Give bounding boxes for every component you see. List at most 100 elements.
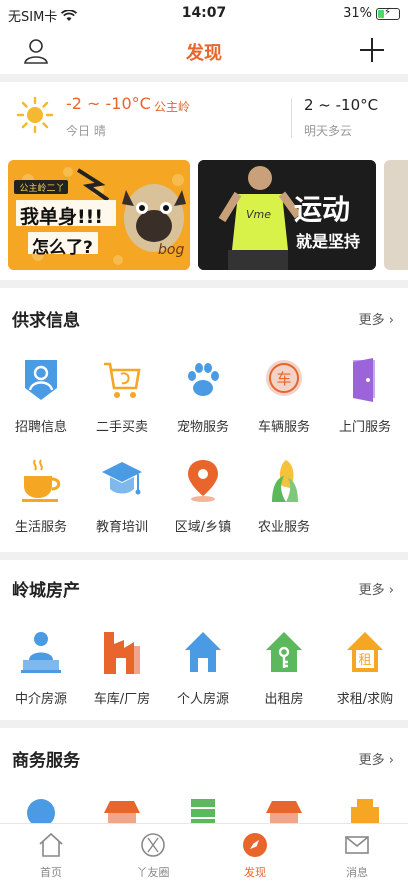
- grid-item-label: 个人房源: [176, 692, 229, 707]
- tab-home[interactable]: 首页: [0, 824, 102, 883]
- grid-item-label: 求租/求购: [336, 692, 394, 707]
- grid-item-pet[interactable]: 宠物服务: [163, 358, 243, 448]
- tomorrow-temperature: 2 ~ -10°C: [304, 96, 379, 114]
- business-icons-row: [0, 795, 408, 823]
- section-supply-header: 供求信息 更多 ›: [0, 298, 408, 338]
- tab-label: 发现: [244, 866, 266, 879]
- charging-bolt-icon: ⚡: [384, 6, 392, 18]
- tab-bar: 首页 丫友圈 发现 消息: [0, 823, 408, 883]
- circle-icon: [141, 833, 165, 857]
- divider: [0, 74, 408, 82]
- tab-label: 首页: [40, 866, 62, 879]
- grid-item-recruit[interactable]: 招聘信息: [1, 358, 81, 448]
- paw-icon: [188, 363, 219, 396]
- rent-request-icon: 租: [347, 632, 383, 672]
- divider: [0, 280, 408, 288]
- tab-messages[interactable]: 消息: [306, 824, 408, 883]
- weather-panel[interactable]: -2 ~ -10°C 公主岭 今日 晴 2 ~ -10°C 明天多云: [0, 82, 408, 152]
- sunny-icon: [16, 96, 54, 134]
- business-item-2-icon[interactable]: [102, 799, 142, 823]
- more-label: 更多: [358, 313, 385, 328]
- grid-item-rental[interactable]: 出租房: [244, 630, 324, 720]
- rent-icon-text: 租: [358, 653, 371, 668]
- grid-item-label: 宠物服务: [176, 420, 229, 435]
- garage-icon: [104, 632, 140, 674]
- compass-icon: [243, 833, 267, 857]
- grid-item-rent-request[interactable]: 租 求租/求购: [325, 630, 405, 720]
- message-icon: [345, 836, 369, 854]
- grid-item-label: 上门服务: [338, 420, 391, 435]
- grid-item-label: 中介房源: [14, 692, 67, 707]
- tab-label: 丫友圈: [136, 866, 170, 879]
- weather-location: 公主岭: [154, 100, 191, 114]
- banner-sports-subline: 就是坚持: [296, 232, 361, 251]
- today-temperature: -2 ~ -10°C: [66, 94, 151, 113]
- section-business-header: 商务服务 更多 ›: [0, 738, 408, 778]
- grid-item-region[interactable]: 区域/乡镇: [163, 458, 243, 548]
- tab-discover[interactable]: 发现: [204, 824, 306, 883]
- banner-single[interactable]: 公主岭二丫 我单身!!! 怎么了? bog: [8, 160, 190, 270]
- more-link[interactable]: 更多 ›: [359, 579, 394, 598]
- grid-item-label: 农业服务: [257, 520, 310, 535]
- grid-item-label: 车辆服务: [257, 420, 310, 435]
- grid-item-agriculture[interactable]: 农业服务: [244, 458, 324, 548]
- more-label: 更多: [358, 753, 385, 768]
- page-title: 发现: [186, 43, 222, 64]
- banner-shirt-text: Vme: [246, 208, 272, 221]
- more-label: 更多: [358, 583, 385, 598]
- tab-label: 消息: [346, 866, 368, 879]
- status-right: 31% ⚡: [343, 6, 400, 21]
- more-link[interactable]: 更多 ›: [359, 309, 394, 328]
- tab-circle[interactable]: 丫友圈: [102, 824, 204, 883]
- more-link[interactable]: 更多 ›: [359, 749, 394, 768]
- grid-item-education[interactable]: 教育培训: [82, 458, 162, 548]
- business-item-5-icon[interactable]: [345, 799, 385, 823]
- banner-next[interactable]: [384, 160, 408, 270]
- section-title: 岭城房产: [12, 581, 80, 601]
- home-icon: [39, 832, 63, 857]
- add-icon[interactable]: [358, 36, 386, 64]
- business-item-1-icon[interactable]: [21, 799, 61, 823]
- grid-item-garage[interactable]: 车库/厂房: [82, 630, 162, 720]
- grid-item-label: 出租房: [264, 692, 304, 707]
- grid-item-door[interactable]: 上门服务: [325, 358, 405, 448]
- vehicle-icon: 车: [266, 360, 302, 396]
- banner-sports[interactable]: Vme 运动 就是坚持: [198, 160, 376, 270]
- grid-item-secondhand[interactable]: 二手买卖: [82, 358, 162, 448]
- battery-percent: 31%: [343, 6, 372, 21]
- grid-item-label: 招聘信息: [14, 420, 67, 435]
- section-realestate-header: 岭城房产 更多 ›: [0, 568, 408, 608]
- weather-divider: [291, 98, 292, 138]
- business-item-3-icon[interactable]: [183, 799, 223, 823]
- grid-item-personal-house[interactable]: 个人房源: [163, 630, 243, 720]
- grid-item-label: 车库/厂房: [93, 692, 151, 707]
- divider: [0, 552, 408, 560]
- house-icon: [185, 632, 221, 672]
- door-icon: [353, 358, 375, 402]
- banner-carousel[interactable]: 公主岭二丫 我单身!!! 怎么了? bog Vme 运动 就是坚持: [8, 160, 408, 270]
- location-pin-icon: [188, 460, 218, 502]
- grid-item-label: 教育培训: [95, 520, 148, 535]
- divider: [0, 720, 408, 728]
- tomorrow-condition: 明天多云: [304, 124, 353, 138]
- coffee-icon: [22, 459, 61, 502]
- recruit-icon: [25, 360, 57, 400]
- rent-key-icon: [266, 632, 302, 672]
- nav-bar: 发现: [0, 28, 408, 74]
- banner-tail-text: bog: [158, 242, 185, 258]
- business-item-4-icon[interactable]: [264, 799, 304, 823]
- grid-item-agent[interactable]: 中介房源: [1, 630, 81, 720]
- grid-item-vehicle[interactable]: 车 车辆服务: [244, 358, 324, 448]
- banner-headline: 我单身!!!: [20, 206, 103, 228]
- section-title: 商务服务: [12, 751, 80, 771]
- grid-item-label: 区域/乡镇: [174, 520, 232, 535]
- banner-badge: 公主岭二丫: [19, 184, 65, 194]
- status-bar: 无SIM卡 14:07 31% ⚡: [0, 0, 408, 28]
- grid-item-label: 生活服务: [14, 520, 67, 535]
- banner-subline: 怎么了?: [32, 238, 93, 258]
- banner-sports-headline: 运动: [294, 193, 351, 226]
- agent-icon: [21, 632, 61, 673]
- today-condition: 今日 晴: [66, 124, 106, 138]
- corn-icon: [272, 460, 298, 502]
- grid-item-life[interactable]: 生活服务: [1, 458, 81, 548]
